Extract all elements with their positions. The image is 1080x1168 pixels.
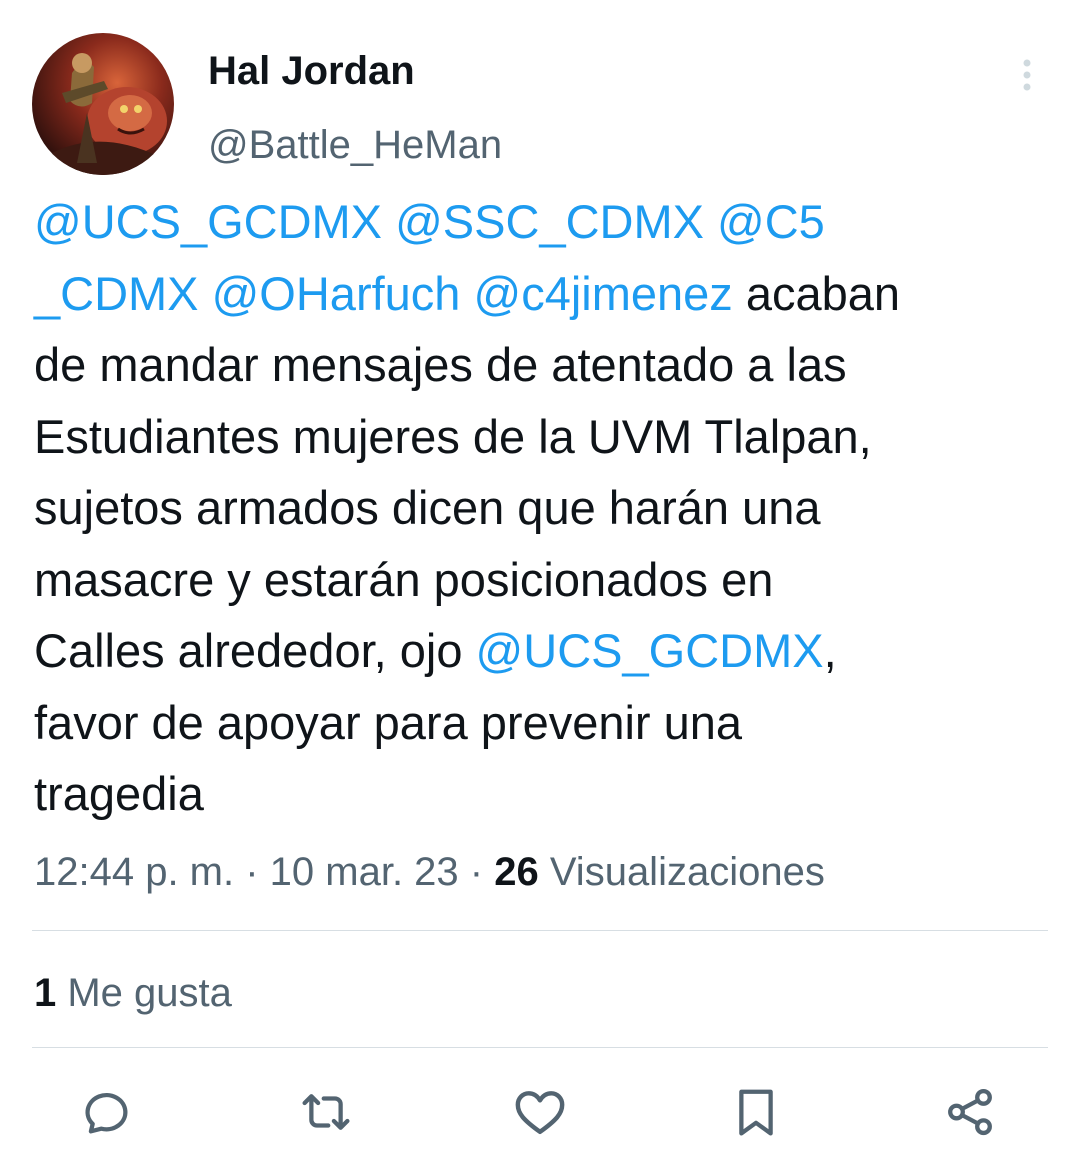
bookmark-button[interactable] <box>726 1082 786 1142</box>
tweet-date[interactable]: 10 mar. 23 <box>270 850 459 894</box>
mention-link[interactable]: @OHarfuch <box>212 267 461 320</box>
likes-label: Me gusta <box>56 971 232 1015</box>
views-count: 26 <box>494 850 539 894</box>
divider <box>32 930 1048 931</box>
mention-link[interactable]: @UCS_GCDMX <box>476 624 824 677</box>
tweet-text-fragment <box>704 195 717 248</box>
divider <box>32 1047 1048 1048</box>
share-icon <box>948 1088 992 1136</box>
tweet-text: @UCS_GCDMX @SSC_CDMX @C5 _CDMX @OHarfuch… <box>34 186 1052 830</box>
like-button[interactable] <box>510 1082 570 1142</box>
mention-link[interactable]: @UCS_GCDMX <box>34 195 382 248</box>
retweet-icon <box>302 1094 350 1130</box>
mention-link[interactable]: @SSC_CDMX <box>395 195 704 248</box>
tweet-text-fragment: acaban de mandar mensajes de atentado a … <box>34 266 901 678</box>
tweet-time[interactable]: 12:44 p. m. <box>34 850 234 894</box>
views-label: Visualizaciones <box>538 850 825 894</box>
meta-separator: · <box>234 850 270 894</box>
heart-icon <box>515 1091 565 1135</box>
tweet-text-fragment <box>460 267 473 320</box>
retweet-button[interactable] <box>296 1082 356 1142</box>
author-display-name[interactable]: Hal Jordan <box>208 46 415 96</box>
likes-link[interactable]: 1 Me gusta <box>34 966 232 1020</box>
mention-link[interactable]: @c4jimenez <box>474 267 733 320</box>
likes-count: 1 <box>34 971 57 1015</box>
reply-button[interactable] <box>78 1082 138 1142</box>
avatar[interactable] <box>32 33 174 175</box>
tweet-meta: 12:44 p. m. · 10 mar. 23 · 26 Visualizac… <box>34 845 825 899</box>
bookmark-icon <box>739 1089 773 1136</box>
more-options-icon[interactable] <box>1012 56 1042 96</box>
tweet-text-fragment <box>199 267 212 320</box>
author-handle[interactable]: @Battle_HeMan <box>208 120 502 170</box>
reply-icon <box>85 1092 128 1134</box>
share-button[interactable] <box>940 1082 1000 1142</box>
meta-separator: · <box>458 850 495 894</box>
tweet-text-fragment <box>382 195 395 248</box>
